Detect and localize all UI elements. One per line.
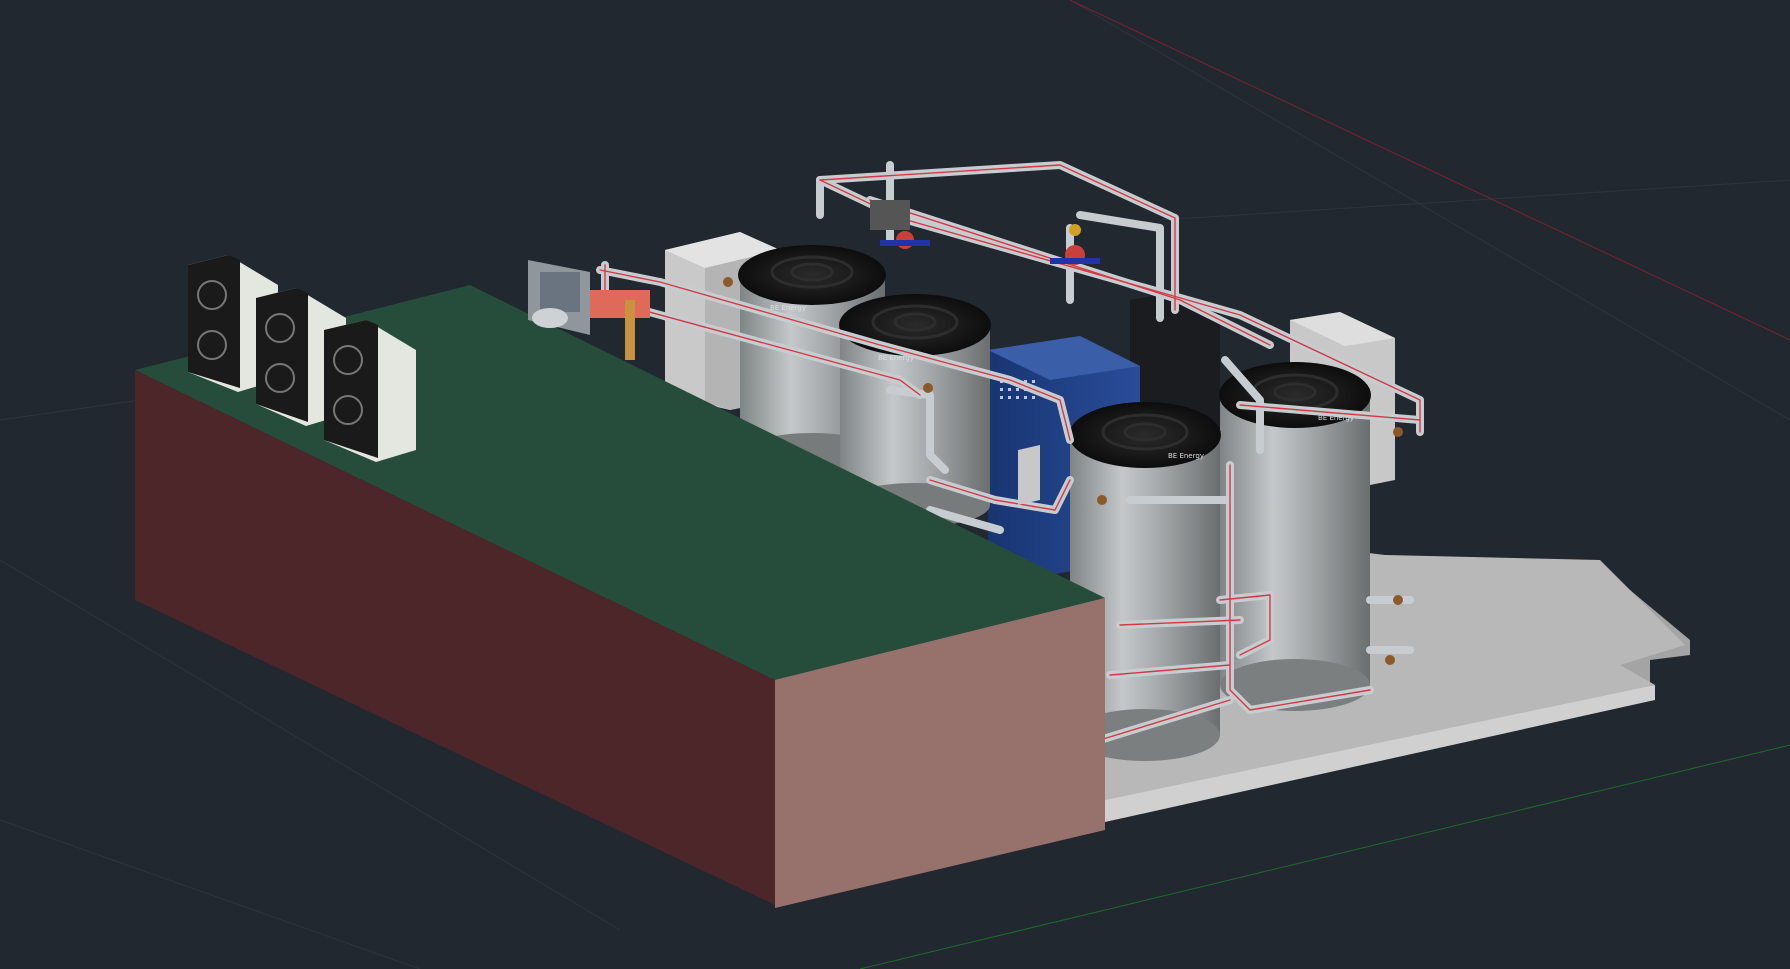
tank-badge: BE Energy [1168,452,1204,460]
tank-badge: BE Energy [770,304,806,312]
junction-box[interactable] [1018,445,1040,505]
3d-scene[interactable]: BE Energy BE Energy BE Energy BE Energy [0,0,1790,969]
pump-valve-group-right[interactable] [1050,224,1100,265]
model-viewport[interactable]: BE Energy BE Energy BE Energy BE Energy [0,0,1790,969]
